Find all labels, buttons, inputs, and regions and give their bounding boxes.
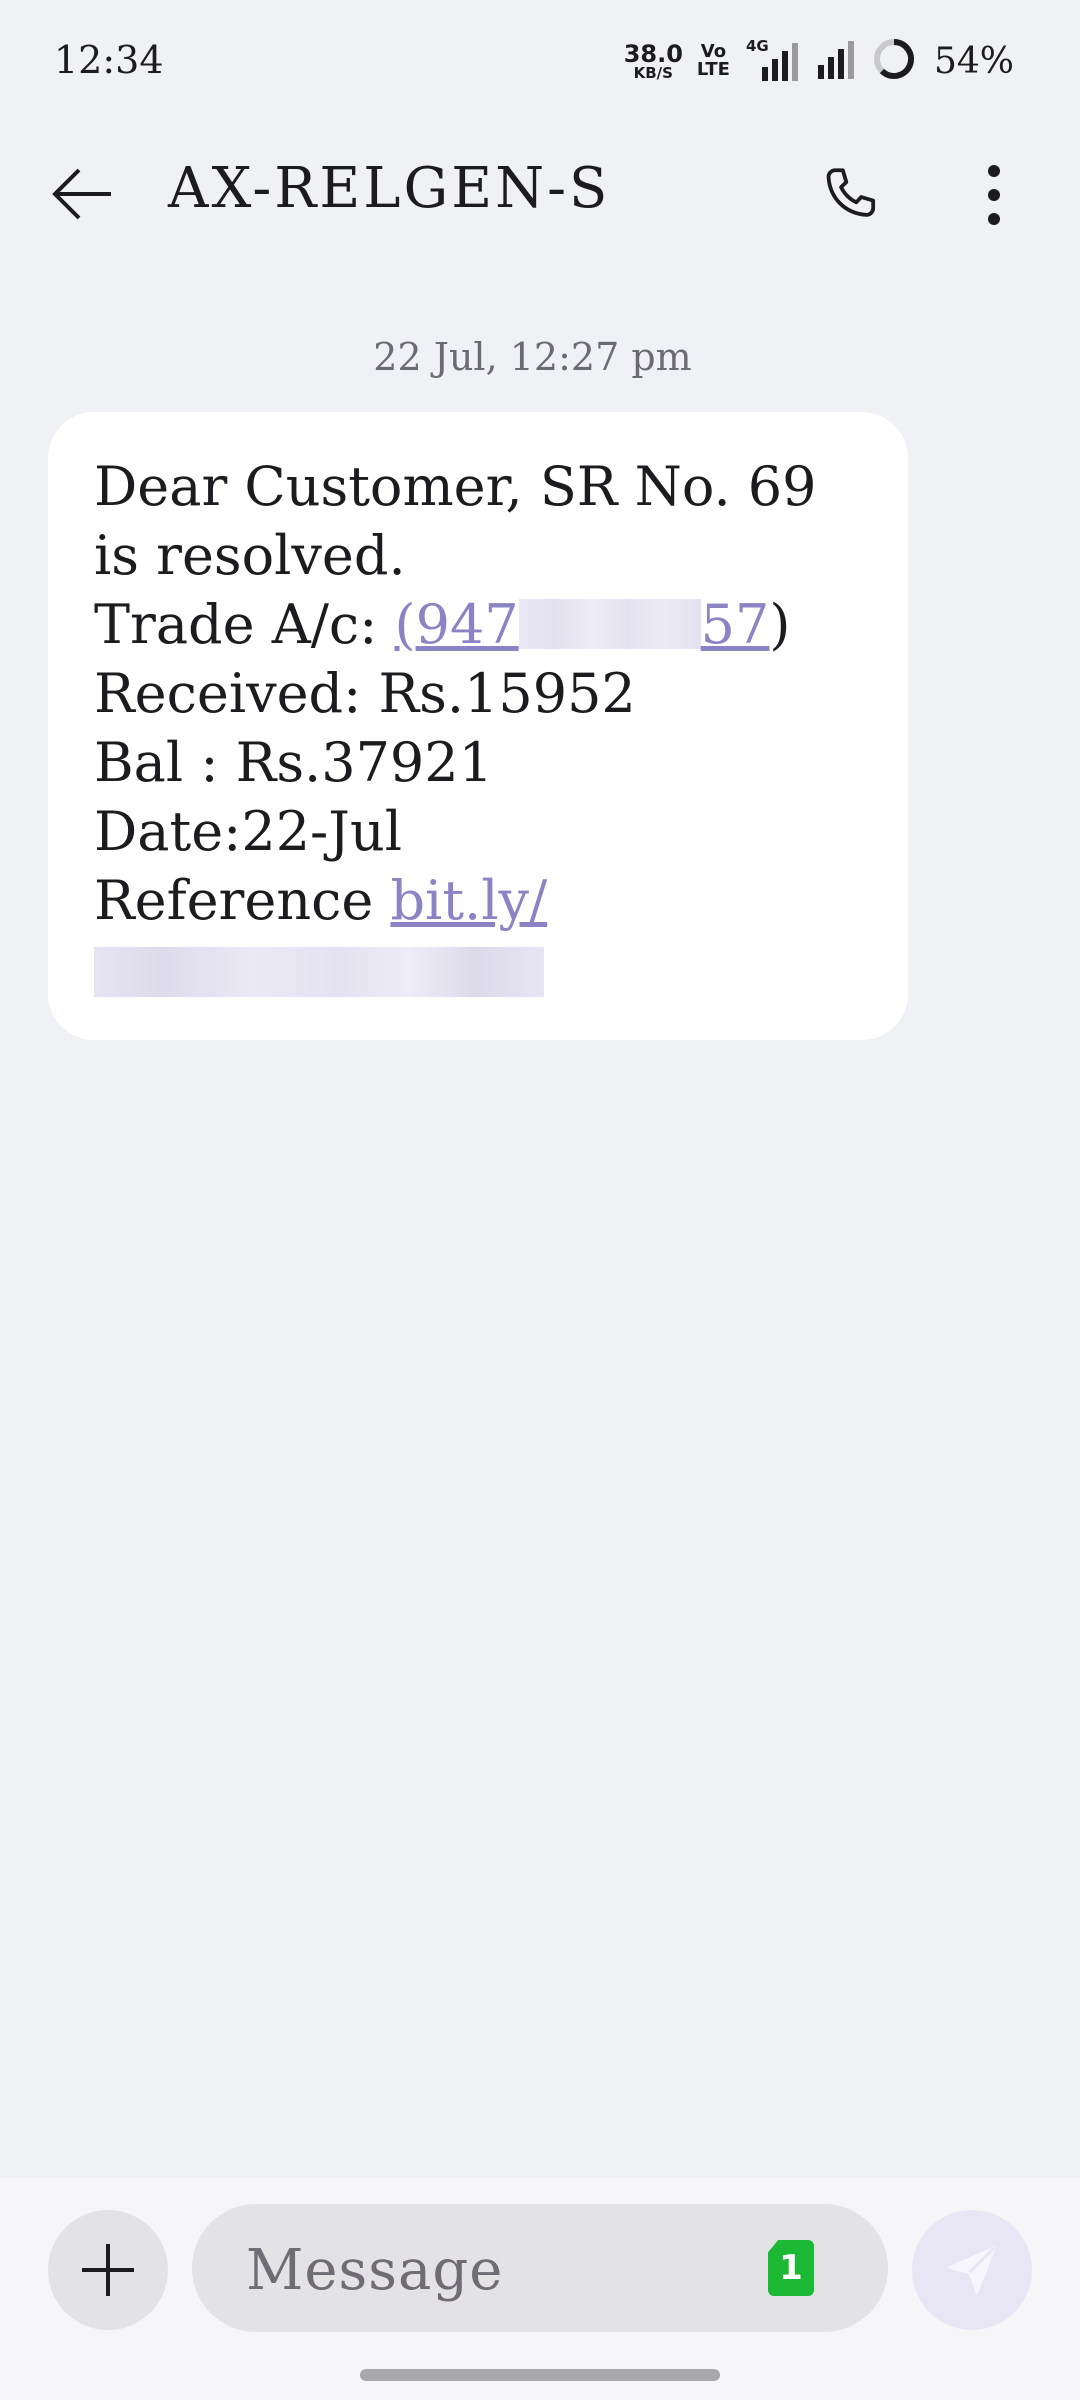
received-line: Received: Rs.15952 xyxy=(94,662,636,725)
more-vert-icon xyxy=(988,165,1000,225)
trade-account-end: 57 xyxy=(700,593,770,656)
reference-link-redacted[interactable] xyxy=(94,935,862,1001)
reference-link[interactable]: bit.ly/ xyxy=(390,869,547,932)
send-button[interactable] xyxy=(912,2210,1032,2330)
plus-icon xyxy=(82,2244,134,2296)
reference-line: Reference bit.ly/ xyxy=(94,866,862,935)
message-timestamp: 22 Jul, 12:27 pm xyxy=(373,335,692,379)
contact-name: AX-RELGEN-S xyxy=(168,156,611,221)
attach-button[interactable] xyxy=(48,2210,168,2330)
back-arrow-icon xyxy=(52,168,111,220)
signal-icon xyxy=(814,37,858,85)
network-speed-value: 38.0 xyxy=(623,39,683,68)
reference-label: Reference xyxy=(94,869,391,932)
phone-icon xyxy=(826,168,876,217)
volte-indicator: Vo LTE xyxy=(697,43,730,79)
trade-account-label: Trade A/c: xyxy=(94,593,395,656)
send-icon xyxy=(948,2246,996,2294)
trade-account-start: 947 xyxy=(415,593,519,656)
message-placeholder: Message xyxy=(246,2238,504,2303)
home-indicator[interactable] xyxy=(360,2369,720,2381)
date-line: Date:22-Jul xyxy=(94,800,402,863)
balance-line: Bal : Rs.37921 xyxy=(94,731,493,794)
battery-percent: 54% xyxy=(933,40,1014,82)
messaging-screen: 12:34 38.0 KB/S Vo LTE 4G 54% AX-RELGEN-… xyxy=(0,0,1080,2400)
message-line: Dear Customer, SR No. 69 xyxy=(94,455,817,518)
status-icons: 38.0 KB/S Vo LTE 4G 54% xyxy=(624,36,1014,86)
trade-link-close: ) xyxy=(769,593,791,656)
battery-icon xyxy=(872,37,916,85)
more-options-button[interactable] xyxy=(954,150,1034,240)
trade-account-link[interactable]: (947 57 xyxy=(395,593,770,656)
network-speed: 38.0 KB/S xyxy=(624,42,683,81)
trade-account-line: Trade A/c: (947 57) xyxy=(94,590,862,659)
call-button[interactable] xyxy=(806,150,896,240)
status-time: 12:34 xyxy=(54,38,164,82)
status-bar: 12:34 38.0 KB/S Vo LTE 4G 54% xyxy=(0,0,1080,120)
compose-bar: Message 1 xyxy=(0,2178,1080,2400)
back-button[interactable] xyxy=(40,152,124,236)
sim-selector-badge[interactable]: 1 xyxy=(768,2240,814,2296)
redacted-digits xyxy=(518,599,701,649)
volte-bottom: LTE xyxy=(696,59,730,80)
redacted-link xyxy=(94,947,544,997)
conversation-header: AX-RELGEN-S xyxy=(0,130,1080,250)
network-speed-unit: KB/S xyxy=(633,63,673,82)
trade-link-open: ( xyxy=(394,593,416,656)
message-bubble[interactable]: Dear Customer, SR No. 69 is resolved. Tr… xyxy=(48,412,908,1040)
message-input[interactable]: Message 1 xyxy=(192,2204,888,2332)
signal-4g-icon: 4G xyxy=(744,37,800,83)
message-line: is resolved. xyxy=(94,524,406,587)
